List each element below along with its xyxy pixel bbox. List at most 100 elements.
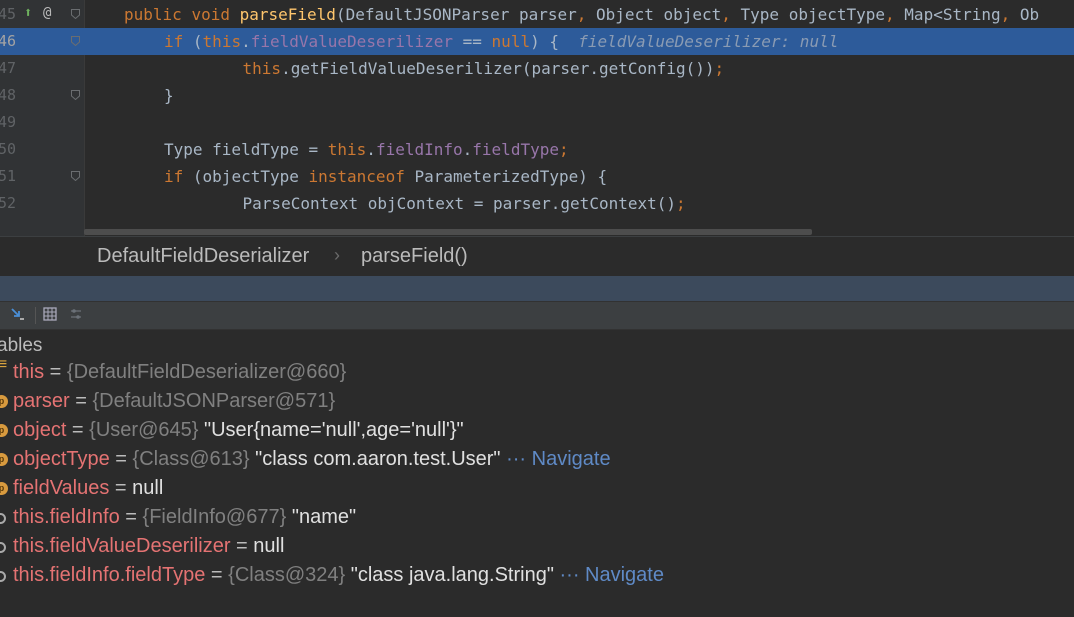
- variable-reference: {Class@613}: [132, 448, 250, 470]
- variable-text: object = {User@645} "User{name='null',ag…: [13, 416, 464, 445]
- code-token: this: [202, 32, 242, 51]
- code-token: ) {: [530, 32, 579, 51]
- code-token: if: [164, 32, 193, 51]
- code-token: public: [124, 5, 192, 24]
- line-number[interactable]: 49: [0, 109, 28, 136]
- equals-sign: =: [44, 361, 67, 383]
- line-number[interactable]: 48: [0, 82, 28, 109]
- variable-row[interactable]: this.fieldInfo = {FieldInfo@677} "name": [0, 503, 1074, 532]
- breadcrumb-class[interactable]: DefaultFieldDeserializer: [97, 245, 309, 268]
- fold-marker-icon[interactable]: [71, 9, 80, 19]
- line-number[interactable]: 47: [0, 55, 28, 82]
- code-token: ParameterizedType) {: [414, 167, 608, 186]
- navigate-link[interactable]: ··· Navigate: [506, 448, 610, 470]
- line-number[interactable]: 45: [0, 1, 28, 28]
- variable-text: parser = {DefaultJSONParser@571}: [13, 387, 335, 416]
- line-number[interactable]: 51: [0, 163, 28, 190]
- code-token: ParseContext objContext = parser.getCont…: [204, 194, 677, 213]
- line-number[interactable]: 50: [0, 136, 28, 163]
- fold-marker-icon[interactable]: [71, 36, 80, 46]
- variable-row[interactable]: p fieldValues = null: [0, 474, 1074, 503]
- code-text: this.getFieldValueDeserilizer(parser.get…: [204, 55, 725, 82]
- variable-reference: {DefaultFieldDeserializer@660}: [66, 361, 347, 383]
- variable-text: objectType = {Class@613} "class com.aaro…: [13, 445, 611, 474]
- breadcrumb-method[interactable]: parseField(): [361, 245, 468, 268]
- code-line[interactable]: 50 Type fieldType = this.fieldInfo.fieldT…: [0, 136, 1074, 163]
- code-token: (objectType: [192, 167, 309, 186]
- variable-text: fieldValues = null: [13, 474, 163, 503]
- code-line[interactable]: 51 if (objectType instanceof Parameterize…: [0, 163, 1074, 190]
- equals-sign: =: [230, 535, 254, 557]
- variable-name: this: [13, 361, 45, 383]
- code-token: (DefaultJSONParser parser: [335, 5, 577, 24]
- equals-sign: =: [109, 477, 133, 499]
- line-number[interactable]: 52: [0, 190, 28, 217]
- variable-value: "class com.aaron.test.User": [255, 448, 501, 470]
- breadcrumb: DefaultFieldDeserializer › parseField(): [0, 236, 1074, 276]
- code-line[interactable]: 47 this.getFieldValueDeserilizer(parser.…: [0, 55, 1074, 82]
- code-token: Type objectType: [740, 5, 886, 24]
- code-text: if (objectType instanceof ParameterizedT…: [164, 163, 607, 190]
- variable-name: this.fieldInfo.fieldType: [13, 564, 206, 586]
- settings-toggle-icon[interactable]: [66, 306, 86, 326]
- variable-row[interactable]: p parser = {DefaultJSONParser@571}: [0, 387, 1074, 416]
- code-token: ;: [714, 59, 725, 78]
- variable-row[interactable]: this.fieldInfo.fieldType = {Class@324} "…: [0, 561, 1074, 590]
- navigate-link[interactable]: ··· Navigate: [560, 564, 664, 586]
- variable-row[interactable]: p object = {User@645} "User{name='null',a…: [0, 416, 1074, 445]
- code-token: fieldType: [472, 140, 559, 159]
- code-token: }: [164, 86, 174, 105]
- code-token: getFieldValueDeserilizer(parser.getConfi…: [290, 59, 715, 78]
- variable-row[interactable]: ≡ this = {DefaultFieldDeserializer@660}: [0, 357, 1074, 387]
- code-token: Object object: [596, 5, 722, 24]
- code-token: ;: [676, 194, 686, 213]
- variable-text: this.fieldInfo.fieldType = {Class@324} "…: [13, 561, 664, 590]
- variable-name: fieldValues: [13, 477, 110, 499]
- code-token: ==: [453, 32, 492, 51]
- code-token: this: [204, 59, 282, 78]
- code-token: this: [327, 140, 367, 159]
- variable-value: "class java.lang.String": [350, 564, 554, 586]
- line-number[interactable]: 46: [0, 28, 28, 55]
- horizontal-scrollbar[interactable]: [84, 229, 812, 235]
- code-token: null: [491, 32, 531, 51]
- code-token: Type fieldType =: [164, 140, 328, 159]
- evaluate-table-icon[interactable]: [40, 306, 60, 326]
- code-token: fieldInfo: [375, 140, 463, 159]
- watch-icon: [0, 542, 6, 553]
- code-line[interactable]: 52 ParseContext objContext = parser.getC…: [0, 190, 1074, 217]
- code-token: Map<String: [904, 5, 1001, 24]
- watch-icon: [0, 571, 6, 582]
- code-token: Ob: [1019, 5, 1040, 24]
- variable-row[interactable]: p objectType = {Class@613} "class com.aar…: [0, 445, 1074, 474]
- variable-reference: {Class@324}: [228, 564, 346, 586]
- variable-name: parser: [13, 390, 70, 412]
- code-token: .: [366, 140, 376, 159]
- fold-marker-icon[interactable]: [71, 90, 80, 100]
- parameter-icon: p: [0, 424, 8, 437]
- code-line[interactable]: 49: [0, 109, 1074, 136]
- variable-reference: {DefaultJSONParser@571}: [92, 390, 336, 412]
- step-into-icon[interactable]: [8, 306, 28, 326]
- code-token: ,: [576, 5, 597, 24]
- watch-icon: [0, 513, 6, 524]
- variable-row[interactable]: this.fieldValueDeserilizer = null: [0, 532, 1074, 561]
- variable-name: this.fieldValueDeserilizer: [13, 535, 231, 557]
- code-token: ,: [1000, 5, 1020, 24]
- code-line-current[interactable]: 46 if (this.fieldValueDeserilizer == null…: [0, 28, 1074, 55]
- code-line[interactable]: 48}: [0, 82, 1074, 109]
- variable-name: objectType: [13, 448, 110, 470]
- parameter-icon: p: [0, 482, 8, 495]
- variable-reference: {User@645}: [89, 419, 199, 441]
- equals-sign: =: [66, 419, 90, 441]
- code-text: Type fieldType = this.fieldInfo.fieldTyp…: [164, 136, 569, 163]
- code-editor[interactable]: ⬆ @ 45 public void parseField(DefaultJSON…: [0, 0, 1074, 236]
- code-token: .: [241, 32, 251, 51]
- equals-sign: =: [109, 448, 133, 470]
- code-token: if: [164, 167, 193, 186]
- variable-value: "name": [291, 506, 357, 528]
- variable-text: this.fieldValueDeserilizer = null: [13, 532, 284, 561]
- fold-marker-icon[interactable]: [71, 171, 80, 181]
- inline-debug-value: fieldValueDeserilizer: null: [578, 32, 839, 51]
- code-line[interactable]: 45 public void parseField(DefaultJSONPars…: [0, 1, 1074, 28]
